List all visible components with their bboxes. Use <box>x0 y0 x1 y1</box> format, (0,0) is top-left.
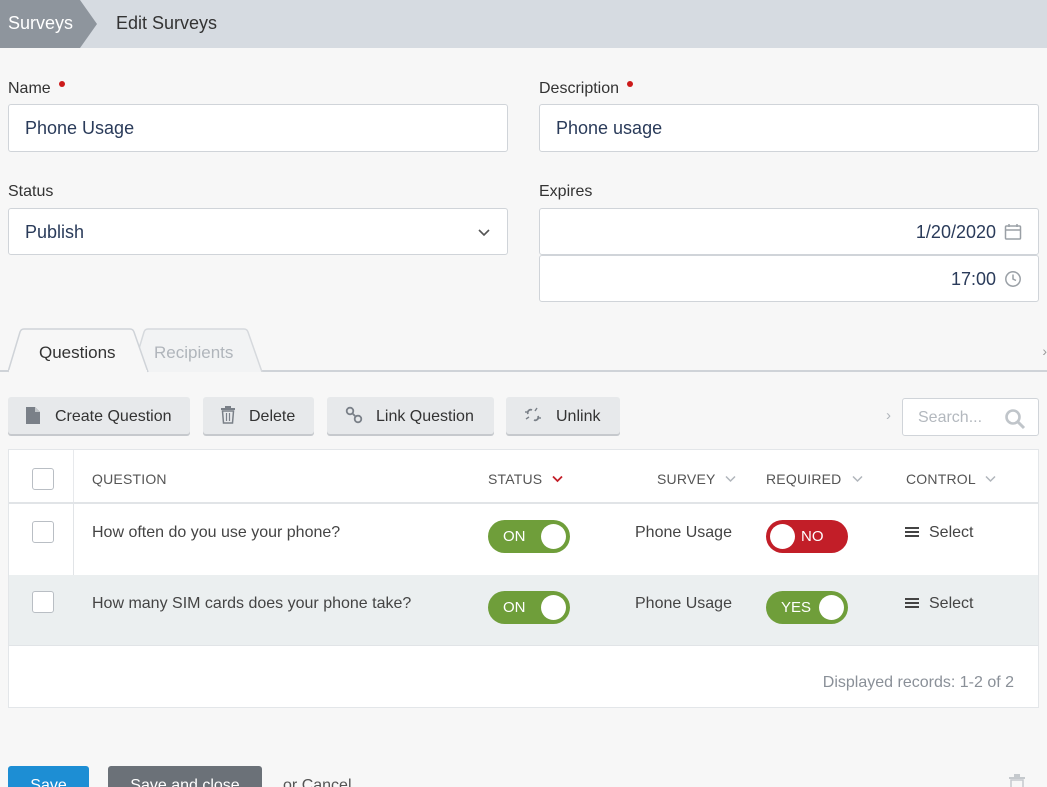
required-toggle[interactable]: YES <box>766 591 848 624</box>
search-icon[interactable] <box>1004 408 1026 435</box>
questions-grid: QUESTION STATUS SURVEY REQUIRED CONTROL … <box>8 449 1039 708</box>
chevron-down-icon <box>985 475 996 483</box>
link-question-button[interactable]: Link Question <box>327 397 494 434</box>
save-and-close-button[interactable]: Save and close <box>108 766 262 787</box>
header-status[interactable]: STATUS <box>488 471 564 487</box>
menu-icon <box>905 598 919 608</box>
toggle-knob <box>770 524 795 549</box>
delete-survey-icon[interactable] <box>1007 774 1027 787</box>
unlink-label: Unlink <box>556 408 601 425</box>
delete-button[interactable]: Delete <box>203 397 314 434</box>
delete-label: Delete <box>249 408 296 425</box>
unlink-button[interactable]: Unlink <box>506 397 620 434</box>
search-placeholder: Search... <box>918 409 983 426</box>
cancel-link[interactable]: Cancel <box>302 777 352 787</box>
row-question[interactable]: How many SIM cards does your phone take? <box>92 595 411 613</box>
header-required[interactable]: REQUIRED <box>766 471 863 487</box>
row-control-select[interactable]: Select <box>905 524 973 542</box>
name-input[interactable]: Phone Usage <box>8 104 508 152</box>
row-control-select[interactable]: Select <box>905 595 973 613</box>
header-separator <box>9 502 1038 504</box>
row-survey: Phone Usage <box>635 524 732 541</box>
header-divider <box>73 450 74 503</box>
name-label: Name <box>8 80 65 98</box>
link-question-label: Link Question <box>376 408 474 425</box>
unlink-icon <box>524 406 542 429</box>
toggle-knob <box>541 595 566 620</box>
chevron-down-icon <box>477 223 491 244</box>
tab-scroll-right-icon[interactable]: › <box>1042 343 1047 359</box>
breadcrumb-surveys[interactable]: Surveys <box>0 0 98 48</box>
chevron-down-icon <box>725 475 736 483</box>
toggle-label: YES <box>781 599 812 616</box>
description-value: Phone usage <box>556 118 663 138</box>
toggle-label: ON <box>503 599 526 616</box>
toggle-label: NO <box>801 528 824 545</box>
status-value: Publish <box>25 222 85 242</box>
status-toggle[interactable]: ON <box>488 591 570 624</box>
row-question[interactable]: How often do you use your phone? <box>92 524 340 542</box>
expires-time-input[interactable]: 17:00 <box>539 255 1039 302</box>
status-toggle[interactable]: ON <box>488 520 570 553</box>
expires-date-input[interactable]: 1/20/2020 <box>539 208 1039 255</box>
status-label: Status <box>8 183 54 200</box>
description-input[interactable]: Phone usage <box>539 104 1039 152</box>
expires-label: Expires <box>539 183 593 200</box>
breadcrumb: Surveys Edit Surveys <box>0 0 1047 48</box>
select-all-checkbox[interactable] <box>32 468 54 490</box>
header-control[interactable]: CONTROL <box>906 471 996 487</box>
tab-recipients-label: Recipients <box>154 343 234 362</box>
name-value: Phone Usage <box>25 118 135 138</box>
trash-icon <box>220 406 236 429</box>
create-question-label: Create Question <box>55 408 172 425</box>
records-count: Displayed records: 1-2 of 2 <box>822 674 1014 691</box>
toggle-knob <box>541 524 566 549</box>
tab-questions[interactable]: Questions <box>8 328 150 373</box>
sort-desc-icon <box>552 475 564 483</box>
or-text: or <box>283 777 298 787</box>
description-label: Description <box>539 80 634 98</box>
header-question[interactable]: QUESTION <box>92 471 167 487</box>
cancel-link-wrap: or Cancel <box>283 777 352 787</box>
file-icon <box>25 406 41 430</box>
breadcrumb-current: Edit Surveys <box>116 13 218 33</box>
toggle-knob <box>819 595 844 620</box>
chevron-right-icon: › <box>886 407 891 424</box>
header-survey[interactable]: SURVEY <box>657 471 736 487</box>
row-checkbox[interactable] <box>32 591 54 613</box>
create-question-button[interactable]: Create Question <box>8 397 190 434</box>
tab-questions-label: Questions <box>39 343 116 362</box>
calendar-icon[interactable] <box>1004 223 1022 246</box>
search-input[interactable]: Search... <box>902 398 1039 436</box>
link-icon <box>345 406 363 429</box>
tab-recipients[interactable]: Recipients <box>132 328 264 372</box>
required-indicator <box>627 81 634 87</box>
status-select[interactable]: Publish <box>8 208 508 255</box>
save-button[interactable]: Save <box>8 766 89 787</box>
chevron-down-icon <box>852 475 863 483</box>
toggle-label: ON <box>503 528 526 545</box>
row-divider <box>73 504 74 575</box>
clock-icon[interactable] <box>1004 270 1022 293</box>
row-survey: Phone Usage <box>635 595 732 612</box>
expires-time-value: 17:00 <box>950 269 996 289</box>
row-checkbox[interactable] <box>32 521 54 543</box>
required-indicator <box>58 81 65 87</box>
menu-icon <box>905 527 919 537</box>
breadcrumb-surveys-label: Surveys <box>8 13 74 33</box>
expires-date-value: 1/20/2020 <box>915 222 996 242</box>
row-separator <box>9 645 1038 646</box>
required-toggle[interactable]: NO <box>766 520 848 553</box>
